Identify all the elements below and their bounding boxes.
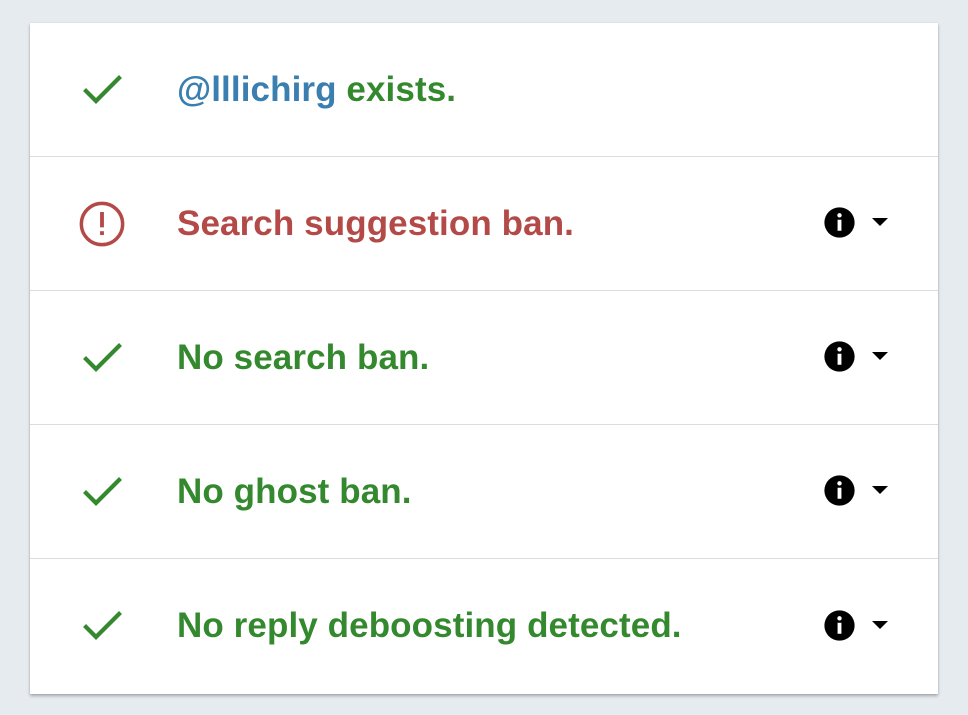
caret-down-icon[interactable] (868, 345, 892, 369)
info-icon[interactable] (821, 339, 857, 375)
shadowban-results-card: @lllichirg exists. Search suggestion ban… (30, 23, 938, 694)
result-text: Search suggestion ban. (177, 203, 575, 243)
row-controls (821, 205, 892, 241)
row-controls (821, 339, 892, 375)
checkmark-icon (78, 468, 126, 516)
caret-down-icon[interactable] (868, 479, 892, 503)
caret-down-icon[interactable] (868, 211, 892, 235)
caret-down-icon[interactable] (868, 613, 892, 637)
result-text: No reply deboosting detected. (177, 606, 682, 645)
row-controls (821, 607, 892, 643)
result-text: exists. (336, 69, 457, 109)
result-text: No search ban. (177, 337, 430, 377)
info-icon[interactable] (821, 473, 857, 509)
checkmark-icon (78, 602, 126, 650)
result-row-reply-deboosting: No reply deboosting detected. (30, 559, 938, 693)
result-row-account-exists: @lllichirg exists. (30, 23, 938, 157)
checkmark-icon (78, 334, 126, 382)
row-controls (821, 473, 892, 509)
result-row-search-suggestion-ban: Search suggestion ban. (30, 157, 938, 291)
alert-circle-icon (78, 200, 126, 248)
checkmark-icon (78, 66, 126, 114)
result-text: No ghost ban. (177, 471, 412, 511)
result-row-search-ban: No search ban. (30, 291, 938, 425)
info-icon[interactable] (821, 607, 857, 643)
result-row-ghost-ban: No ghost ban. (30, 425, 938, 559)
info-icon[interactable] (821, 205, 857, 241)
result-text-account-exists: @lllichirg exists. (177, 70, 456, 110)
account-handle-link[interactable]: @lllichirg (177, 70, 337, 109)
